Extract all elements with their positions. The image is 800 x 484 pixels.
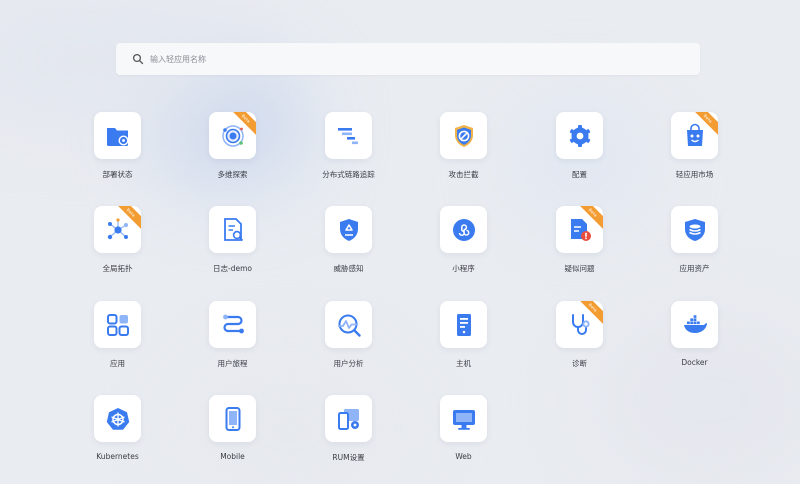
journey-icon (219, 311, 247, 339)
rum-settings-icon (335, 405, 363, 433)
app-icon-tile[interactable] (671, 206, 718, 253)
app-label: 日志-demo (213, 264, 252, 273)
app-icon-tile[interactable]: Beta (556, 301, 603, 348)
app-icon-tile[interactable] (94, 395, 141, 442)
kubernetes-icon (104, 405, 132, 433)
app-tile[interactable]: Mobile (188, 395, 278, 475)
app-tile[interactable]: Docker (650, 301, 740, 381)
log-search-icon (219, 216, 247, 244)
mobile-icon (219, 405, 247, 433)
app-label: 主机 (456, 359, 471, 368)
app-label: 配置 (572, 170, 587, 179)
app-tile[interactable]: Beta 多维探索 (188, 112, 278, 192)
search-icon (132, 53, 144, 65)
app-icon-tile[interactable] (325, 395, 372, 442)
app-label: 用户分析 (333, 359, 364, 368)
app-icon-tile[interactable] (671, 301, 718, 348)
app-tile[interactable]: 日志-demo (188, 206, 278, 286)
app-icon-tile[interactable] (556, 112, 603, 159)
search-bar[interactable] (116, 43, 700, 75)
app-icon-tile[interactable] (94, 112, 141, 159)
shield-database-icon (681, 216, 709, 244)
app-tile[interactable]: 用户分析 (304, 301, 394, 381)
app-label: Mobile (220, 452, 245, 461)
app-tile[interactable]: 用户旅程 (188, 301, 278, 381)
app-label: Docker (681, 358, 708, 367)
app-icon-tile[interactable] (440, 206, 487, 253)
app-tile[interactable]: Beta 疑似问题 (535, 206, 625, 286)
app-label: 威胁感知 (333, 264, 364, 273)
app-tile[interactable]: 应用资产 (650, 206, 740, 286)
server-icon (450, 311, 478, 339)
app-icon-tile[interactable]: Beta (556, 206, 603, 253)
app-tile[interactable]: RUM设置 (304, 395, 394, 475)
stethoscope-icon (566, 311, 594, 339)
app-icon-tile[interactable] (440, 112, 487, 159)
app-label: 多维探索 (217, 170, 248, 179)
app-label: 全局拓扑 (102, 264, 133, 273)
app-icon-tile[interactable]: Beta (209, 112, 256, 159)
app-grid-icon (104, 311, 132, 339)
app-label: 部署状态 (102, 170, 133, 179)
app-tile[interactable]: Kubernetes (73, 395, 163, 475)
app-tile[interactable]: 分布式链路追踪 (304, 112, 394, 192)
app-label: 用户旅程 (217, 359, 248, 368)
app-icon-tile[interactable] (209, 301, 256, 348)
shield-recycle-icon (335, 216, 363, 244)
search-input[interactable] (150, 54, 670, 64)
app-tile[interactable]: 配置 (535, 112, 625, 192)
app-label: 分布式链路追踪 (322, 170, 375, 179)
app-label: 应用资产 (679, 264, 710, 273)
app-label: 轻应用市场 (675, 170, 714, 179)
app-label: 小程序 (452, 264, 475, 273)
app-label: 攻击拦截 (448, 170, 479, 179)
analysis-icon (335, 311, 363, 339)
app-label: RUM设置 (332, 453, 365, 462)
app-label: Kubernetes (96, 452, 139, 461)
app-label: Web (455, 452, 472, 461)
app-icon-tile[interactable] (325, 112, 372, 159)
mini-program-icon (450, 216, 478, 244)
app-icon-tile[interactable]: Beta (94, 206, 141, 253)
app-label: 应用 (110, 359, 125, 368)
web-monitor-icon (450, 405, 478, 433)
app-icon-tile[interactable] (440, 395, 487, 442)
shopping-bag-icon (681, 122, 709, 150)
app-tile[interactable]: 部署状态 (73, 112, 163, 192)
app-tile[interactable]: 应用 (73, 301, 163, 381)
docker-icon (681, 311, 709, 339)
app-label: 疑似问题 (564, 264, 595, 273)
app-tile[interactable]: Beta 轻应用市场 (650, 112, 740, 192)
app-icon-tile[interactable]: Beta (671, 112, 718, 159)
app-tile[interactable]: 主机 (419, 301, 509, 381)
doc-alert-icon (566, 216, 594, 244)
app-tile[interactable]: Beta 全局拓扑 (73, 206, 163, 286)
app-icon-tile[interactable] (209, 395, 256, 442)
folder-gear-icon (104, 122, 132, 150)
app-icon-tile[interactable] (209, 206, 256, 253)
app-label: 诊断 (572, 359, 587, 368)
app-icon-tile[interactable] (325, 206, 372, 253)
shield-ban-icon (450, 122, 478, 150)
app-tile[interactable]: Beta 诊断 (535, 301, 625, 381)
orbit-icon (219, 122, 247, 150)
app-icon-tile[interactable] (440, 301, 487, 348)
gear-icon (566, 122, 594, 150)
app-icon-tile[interactable] (325, 301, 372, 348)
trace-steps-icon (335, 122, 363, 150)
app-icon-tile[interactable] (94, 301, 141, 348)
app-tile[interactable]: 攻击拦截 (419, 112, 509, 192)
app-tile[interactable]: 威胁感知 (304, 206, 394, 286)
topology-icon (104, 216, 132, 244)
app-tile[interactable]: Web (419, 395, 509, 475)
app-tile[interactable]: 小程序 (419, 206, 509, 286)
